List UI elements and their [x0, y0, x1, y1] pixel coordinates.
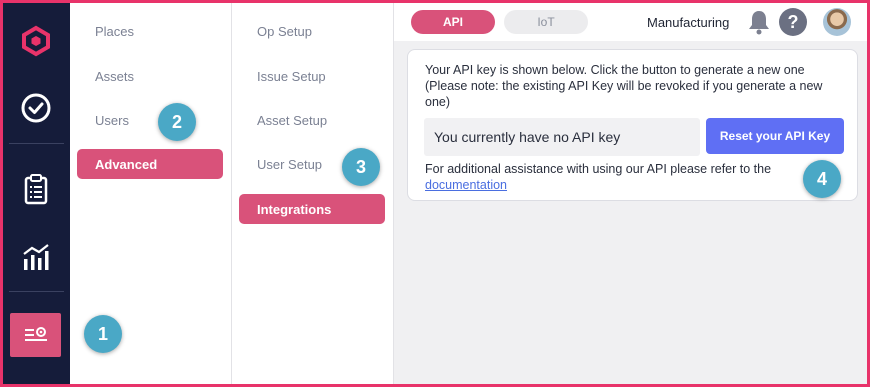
nav-item-issue-setup[interactable]: Issue Setup	[257, 69, 326, 84]
rail-divider	[9, 291, 64, 292]
app-frame: Places Assets Users Advanced Op Setup Is…	[3, 3, 867, 384]
step-marker-3: 3	[342, 148, 380, 186]
reset-api-key-button[interactable]: Reset your API Key	[706, 118, 844, 154]
assistance-label: For additional assistance with using our…	[425, 162, 772, 176]
clipboard-list-icon[interactable]	[15, 168, 57, 210]
documentation-link[interactable]: documentation	[425, 178, 507, 192]
bell-icon[interactable]	[747, 9, 771, 35]
nav-item-assets[interactable]: Assets	[95, 69, 134, 84]
icon-rail	[3, 3, 70, 384]
api-key-card: Your API key is shown below. Click the b…	[407, 49, 858, 201]
nav-item-users[interactable]: Users	[95, 113, 129, 128]
rail-divider	[9, 143, 64, 144]
nav-item-op-setup[interactable]: Op Setup	[257, 24, 312, 39]
help-icon[interactable]: ?	[779, 8, 807, 36]
nav-item-user-setup[interactable]: User Setup	[257, 157, 322, 172]
nav-item-asset-setup[interactable]: Asset Setup	[257, 113, 327, 128]
workspace-selector[interactable]: Manufacturing	[647, 15, 729, 30]
header-bar: API IoT Manufacturing ?	[394, 3, 867, 41]
bar-chart-icon[interactable]	[15, 236, 57, 278]
settings-sliders-icon[interactable]	[10, 313, 61, 357]
nav-item-places[interactable]: Places	[95, 24, 134, 39]
avatar[interactable]	[823, 8, 851, 36]
tab-api[interactable]: API	[411, 10, 495, 34]
api-key-field: You currently have no API key	[424, 118, 700, 156]
step-marker-1: 1	[84, 315, 122, 353]
app-logo-icon[interactable]	[20, 25, 52, 57]
nav-item-advanced[interactable]: Advanced	[77, 149, 223, 179]
nav-item-integrations[interactable]: Integrations	[239, 194, 385, 224]
check-circle-icon[interactable]	[15, 87, 57, 129]
api-key-instructions: Your API key is shown below. Click the b…	[425, 63, 823, 109]
step-marker-2: 2	[158, 103, 196, 141]
tab-iot[interactable]: IoT	[504, 10, 588, 34]
step-marker-4: 4	[803, 160, 841, 198]
advanced-nav: Op Setup Issue Setup Asset Setup User Se…	[232, 3, 394, 384]
assistance-text: For additional assistance with using our…	[425, 161, 805, 193]
